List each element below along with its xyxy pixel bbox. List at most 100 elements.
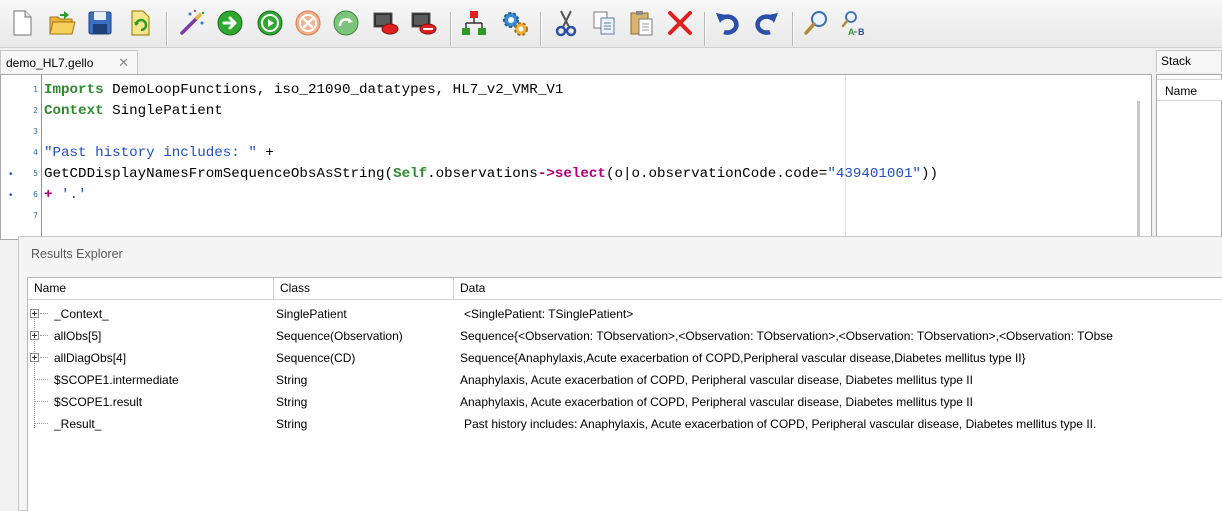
row-name: allObs[5] bbox=[54, 329, 102, 343]
table-row[interactable]: $SCOPE1.result String Anaphylaxis, Acute… bbox=[28, 391, 1222, 413]
stack-column-name[interactable]: Name bbox=[1157, 79, 1222, 101]
results-explorer-title: Results Explorer bbox=[31, 247, 123, 261]
reopen-icon[interactable] bbox=[124, 6, 156, 40]
row-name: allDiagObs[4] bbox=[54, 351, 127, 365]
code-text: DemoLoopFunctions, iso_21090_datatypes, … bbox=[103, 82, 564, 98]
stop-icon[interactable] bbox=[292, 6, 324, 40]
run-icon[interactable] bbox=[254, 6, 286, 40]
operator: + bbox=[44, 187, 62, 203]
row-data: <SinglePatient: TSinglePatient> bbox=[464, 307, 634, 321]
code-text: GetCDDisplayNamesFromSequenceObsAsString… bbox=[44, 166, 394, 182]
results-grid[interactable]: Name Class Data _Context_ SinglePatient … bbox=[27, 277, 1222, 511]
breakpoint-marker[interactable]: • bbox=[9, 190, 13, 201]
settings-gears-icon[interactable] bbox=[498, 6, 530, 40]
string-literal: "Past history includes: " bbox=[44, 145, 257, 161]
new-file-icon[interactable] bbox=[6, 6, 38, 40]
keyword: Imports bbox=[44, 82, 104, 98]
tree-connector bbox=[35, 379, 48, 380]
toolbar-separator bbox=[704, 12, 706, 46]
redo-icon[interactable] bbox=[750, 6, 782, 40]
code-text: )) bbox=[920, 166, 939, 182]
hierarchy-icon[interactable] bbox=[458, 6, 490, 40]
row-data: Sequence{<Observation: TObservation>,<Ob… bbox=[460, 329, 1113, 343]
expand-icon[interactable] bbox=[30, 331, 39, 340]
gutter-line: • 6 bbox=[1, 185, 41, 206]
row-data: Anaphylaxis, Acute exacerbation of COPD,… bbox=[460, 395, 973, 409]
tree-connector bbox=[40, 357, 48, 358]
tree-connector bbox=[35, 423, 48, 424]
step-over-icon[interactable] bbox=[330, 6, 362, 40]
code-line-6: + '.' bbox=[44, 185, 87, 206]
code-area[interactable]: Imports DemoLoopFunctions, iso_21090_dat… bbox=[44, 75, 1121, 239]
close-tab-icon[interactable]: ✕ bbox=[118, 55, 129, 71]
row-name: _Result_ bbox=[54, 417, 102, 431]
table-row[interactable]: allObs[5] Sequence(Observation) Sequence… bbox=[28, 325, 1222, 347]
row-class: String bbox=[276, 395, 308, 409]
gutter-line: 1 bbox=[1, 80, 41, 101]
code-text: (o|o.observationCode.code= bbox=[605, 166, 828, 182]
main-toolbar: AB bbox=[0, 0, 1222, 48]
row-class: String bbox=[276, 417, 308, 431]
line-number: 5 bbox=[33, 169, 38, 178]
editor-scrollbar[interactable] bbox=[1133, 101, 1143, 239]
table-row[interactable]: _Result_ String Past history includes: A… bbox=[28, 413, 1222, 435]
operator: ->select bbox=[537, 166, 606, 182]
replace-icon[interactable]: AB bbox=[838, 6, 870, 40]
toolbar-separator bbox=[450, 12, 452, 46]
gutter-line: 2 bbox=[1, 101, 41, 122]
line-number-gutter: 1 2 3 4 • 5 • 6 7 bbox=[1, 75, 41, 239]
line-number: 3 bbox=[33, 127, 38, 136]
breakpoint-marker[interactable]: • bbox=[9, 169, 13, 180]
tab-label: demo_HL7.gello bbox=[6, 55, 94, 70]
open-folder-icon[interactable] bbox=[46, 6, 78, 40]
row-class: SinglePatient bbox=[276, 307, 347, 321]
column-header-data[interactable]: Data bbox=[454, 278, 1222, 300]
gutter-line: • 5 bbox=[1, 164, 41, 185]
save-icon[interactable] bbox=[84, 6, 116, 40]
magic-wand-icon[interactable] bbox=[176, 6, 208, 40]
tree-connector bbox=[40, 313, 48, 314]
delete-icon[interactable] bbox=[664, 6, 696, 40]
code-text: + bbox=[256, 145, 274, 161]
string-literal: '.' bbox=[61, 187, 87, 203]
paste-icon[interactable] bbox=[626, 6, 658, 40]
clear-breakpoints-icon[interactable] bbox=[408, 6, 440, 40]
toolbar-separator bbox=[792, 12, 794, 46]
row-name: $SCOPE1.intermediate bbox=[54, 373, 179, 387]
results-explorer: Results Explorer Name Class Data _Contex… bbox=[18, 236, 1222, 511]
table-row[interactable]: $SCOPE1.intermediate String Anaphylaxis,… bbox=[28, 369, 1222, 391]
code-line-1: Imports DemoLoopFunctions, iso_21090_dat… bbox=[44, 80, 563, 101]
column-header-name[interactable]: Name bbox=[28, 278, 274, 300]
expand-icon[interactable] bbox=[30, 353, 39, 362]
code-line-5: GetCDDisplayNamesFromSequenceObsAsString… bbox=[44, 164, 938, 185]
undo-icon[interactable] bbox=[712, 6, 744, 40]
line-number: 2 bbox=[33, 106, 38, 115]
find-icon[interactable] bbox=[800, 6, 832, 40]
column-header-class[interactable]: Class bbox=[274, 278, 454, 300]
code-text: .observations bbox=[427, 166, 538, 182]
tree-connector bbox=[40, 335, 48, 336]
table-row[interactable]: _Context_ SinglePatient <SinglePatient: … bbox=[28, 303, 1222, 325]
gello-ide-window: AB demo_HL7.gello ✕ 1 2 3 4 • 5 • 6 7 Impo… bbox=[0, 0, 1222, 511]
cut-icon[interactable] bbox=[550, 6, 582, 40]
row-class: Sequence(CD) bbox=[276, 351, 356, 365]
table-row[interactable]: allDiagObs[4] Sequence(CD) Sequence{Anap… bbox=[28, 347, 1222, 369]
line-number: 4 bbox=[33, 148, 38, 157]
scrollbar-track[interactable] bbox=[1137, 101, 1140, 239]
row-class: Sequence(Observation) bbox=[276, 329, 403, 343]
tab-demo-hl7-gello[interactable]: demo_HL7.gello ✕ bbox=[0, 50, 138, 74]
copy-icon[interactable] bbox=[588, 6, 620, 40]
code-line-2: Context SinglePatient bbox=[44, 101, 223, 122]
code-editor[interactable]: 1 2 3 4 • 5 • 6 7 Imports DemoLoopFunction… bbox=[0, 74, 1152, 240]
toolbar-separator bbox=[540, 12, 542, 46]
gutter-line: 3 bbox=[1, 122, 41, 143]
breakpoint-icon[interactable] bbox=[370, 6, 402, 40]
go-icon[interactable] bbox=[214, 6, 246, 40]
svg-text:B: B bbox=[858, 27, 865, 37]
svg-text:A: A bbox=[848, 27, 855, 37]
gutter-line: 7 bbox=[1, 206, 41, 227]
row-data: Past history includes: Anaphylaxis, Acut… bbox=[464, 417, 1097, 431]
stack-tab[interactable]: Stack bbox=[1156, 50, 1222, 72]
expand-icon[interactable] bbox=[30, 309, 39, 318]
line-number: 6 bbox=[33, 190, 38, 199]
